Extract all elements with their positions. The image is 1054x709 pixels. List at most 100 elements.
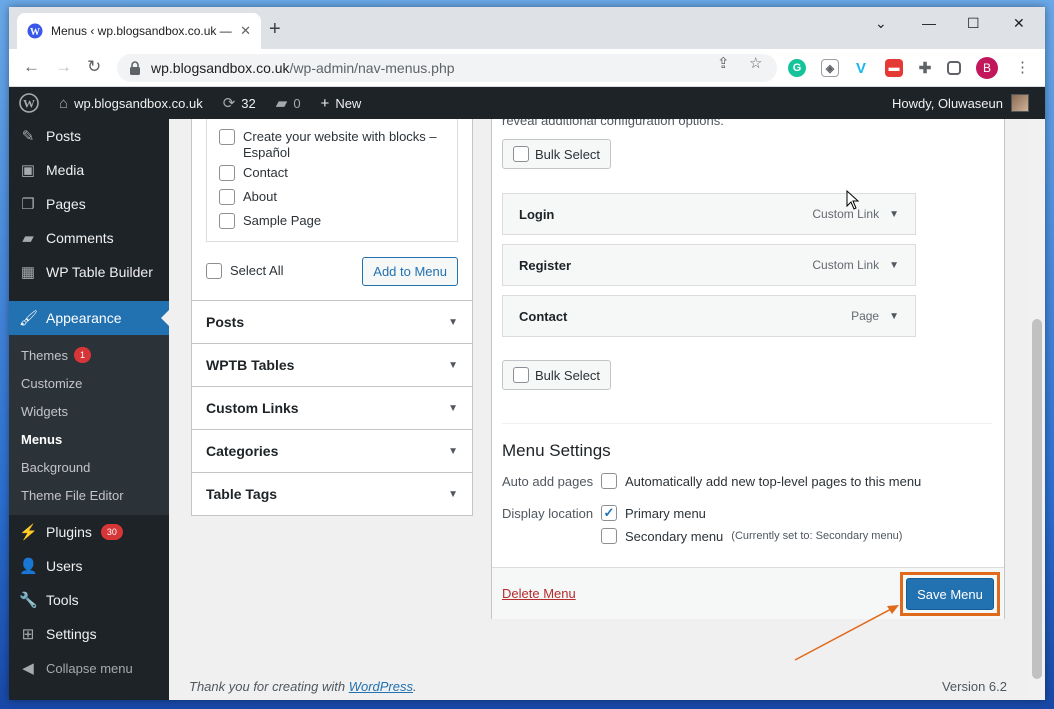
sidebar-item-appearance[interactable]: 🖌 Appearance xyxy=(9,301,169,335)
user-icon: 👤 xyxy=(19,558,38,575)
maximize-icon[interactable]: ☐ xyxy=(967,15,980,32)
submenu-customize[interactable]: Customize xyxy=(9,369,169,397)
minimize-icon[interactable]: — xyxy=(922,15,936,31)
themes-update-badge: 1 xyxy=(73,347,91,363)
close-tab-icon[interactable]: ✕ xyxy=(240,23,251,39)
sidebar-item-users[interactable]: 👤 Users xyxy=(9,549,169,583)
share-icon[interactable]: ⇪ xyxy=(717,54,730,72)
menu-item-contact[interactable]: Contact Page ▼ xyxy=(502,295,916,337)
vimeo-extension-icon[interactable]: V xyxy=(852,59,870,77)
caret-down-icon[interactable]: ▼ xyxy=(889,209,899,220)
tab-search-icon[interactable]: ⌄ xyxy=(875,15,887,32)
primary-menu-option[interactable]: ✓ Primary menu xyxy=(601,505,706,521)
sidebar-item-pages[interactable]: ❐ Pages xyxy=(9,187,169,221)
page-checkbox[interactable] xyxy=(219,213,235,229)
forward-icon[interactable]: → xyxy=(55,58,72,75)
accordion-title: WPTB Tables xyxy=(206,357,295,373)
new-tab-icon[interactable]: + xyxy=(269,19,281,39)
kebab-menu-icon[interactable]: ⋮ xyxy=(1015,58,1030,76)
collapse-menu-button[interactable]: ◀ Collapse menu xyxy=(9,651,169,685)
accordion-title: Categories xyxy=(206,443,279,459)
select-all-label: Select All xyxy=(230,263,284,278)
sidebar-item-posts[interactable]: ✎ Posts xyxy=(9,119,169,153)
page-checkbox[interactable] xyxy=(219,189,235,205)
select-all-option[interactable]: Select All xyxy=(206,259,283,283)
browser-tab[interactable]: W Menus ‹ wp.blogsandbox.co.uk — ✕ xyxy=(17,13,261,49)
caret-down-icon: ▼ xyxy=(448,445,458,457)
sidebar-item-plugins[interactable]: ⚡ Plugins 30 xyxy=(9,515,169,549)
page-option[interactable]: About xyxy=(219,185,447,209)
delete-menu-link[interactable]: Delete Menu xyxy=(502,586,576,601)
my-account-menu[interactable]: Howdy, Oluwaseun xyxy=(892,94,1045,112)
menu-item-type: Page xyxy=(851,309,880,323)
reload-icon[interactable]: ↻ xyxy=(87,58,101,75)
add-to-menu-button[interactable]: Add to Menu xyxy=(362,256,458,286)
bulk-select-top[interactable]: Bulk Select xyxy=(502,139,612,169)
page-option[interactable]: Contact xyxy=(219,161,447,185)
profile-avatar[interactable]: B xyxy=(976,57,998,79)
extensions-puzzle-icon[interactable]: ✚ xyxy=(916,59,934,77)
wordpress-link[interactable]: WordPress xyxy=(349,679,413,694)
sidebar-item-wp-table-builder[interactable]: ▦ WP Table Builder xyxy=(9,255,169,289)
close-window-icon[interactable]: ✕ xyxy=(1013,15,1025,32)
new-content-link[interactable]: + New xyxy=(311,87,372,119)
submenu-menus[interactable]: Menus xyxy=(9,425,169,453)
wp-logo-menu[interactable]: W xyxy=(9,87,49,119)
bulk-select-checkbox[interactable] xyxy=(513,146,529,162)
primary-menu-label: Primary menu xyxy=(625,505,706,521)
plus-icon: + xyxy=(320,94,330,112)
caret-down-icon[interactable]: ▼ xyxy=(889,260,899,271)
submenu-theme-file-editor[interactable]: Theme File Editor xyxy=(9,481,169,509)
side-panel-icon[interactable] xyxy=(947,61,961,75)
sidebar-item-label: Comments xyxy=(46,230,114,246)
menu-item-register[interactable]: Register Custom Link ▼ xyxy=(502,244,916,286)
page-checkbox[interactable] xyxy=(219,165,235,181)
secondary-menu-option[interactable]: Secondary menu (Currently set to: Seconda… xyxy=(601,528,902,544)
address-bar[interactable]: wp.blogsandbox.co.uk/wp-admin/nav-menus.… xyxy=(117,54,777,82)
submenu-label: Background xyxy=(21,459,91,475)
version-text: Version 6.2 xyxy=(941,679,1007,694)
bulk-select-checkbox[interactable] xyxy=(513,367,529,383)
user-avatar xyxy=(1011,94,1029,112)
auto-add-option[interactable]: Automatically add new top-level pages to… xyxy=(601,473,921,489)
page-option[interactable]: Sample Page xyxy=(219,209,447,233)
sidebar-item-comments[interactable]: ▰ Comments xyxy=(9,221,169,255)
sidebar-item-tools[interactable]: 🔧 Tools xyxy=(9,583,169,617)
comments-link[interactable]: ▰ 0 xyxy=(266,87,311,119)
new-label: New xyxy=(335,95,362,111)
bulk-select-label: Bulk Select xyxy=(535,146,601,162)
scrollbar-thumb[interactable] xyxy=(1032,319,1042,679)
accordion-wptb-tables[interactable]: WPTB Tables ▼ xyxy=(191,344,473,387)
bulk-select-bottom[interactable]: Bulk Select xyxy=(502,360,612,390)
submenu-background[interactable]: Background xyxy=(9,453,169,481)
save-menu-button[interactable]: Save Menu xyxy=(906,578,994,610)
bookmark-star-icon[interactable]: ☆ xyxy=(749,54,762,72)
sidebar-item-label: Pages xyxy=(46,196,86,212)
sidebar-item-media[interactable]: ▣ Media xyxy=(9,153,169,187)
grammarly-extension-icon[interactable]: G xyxy=(788,59,806,77)
accordion-categories[interactable]: Categories ▼ xyxy=(191,430,473,473)
shield-extension-icon[interactable]: ◈ xyxy=(821,59,839,77)
red-extension-icon[interactable]: ▬ xyxy=(885,59,903,77)
accordion-custom-links[interactable]: Custom Links ▼ xyxy=(191,387,473,430)
submenu-themes[interactable]: Themes 1 xyxy=(9,341,169,369)
page-scrollbar[interactable] xyxy=(1029,119,1045,700)
submenu-widgets[interactable]: Widgets xyxy=(9,397,169,425)
sidebar-item-settings[interactable]: ⊞ Settings xyxy=(9,617,169,651)
bulk-select-label: Bulk Select xyxy=(535,367,601,383)
select-all-checkbox[interactable] xyxy=(206,263,222,279)
caret-down-icon[interactable]: ▼ xyxy=(889,311,899,322)
auto-add-checkbox[interactable] xyxy=(601,473,617,489)
site-name-link[interactable]: ⌂ wp.blogsandbox.co.uk xyxy=(49,87,213,119)
page-option[interactable]: Create your website with blocks – Españo… xyxy=(219,125,447,161)
pages-icon: ❐ xyxy=(21,196,35,213)
back-icon[interactable]: ← xyxy=(23,58,40,75)
updates-link[interactable]: ⟳ 32 xyxy=(213,87,266,119)
primary-menu-checkbox[interactable]: ✓ xyxy=(601,505,617,521)
page-option-label: Create your website with blocks – Españo… xyxy=(243,129,437,160)
secondary-menu-checkbox[interactable] xyxy=(601,528,617,544)
accordion-table-tags[interactable]: Table Tags ▼ xyxy=(191,473,473,516)
media-icon: ▣ xyxy=(20,162,36,179)
accordion-posts[interactable]: Posts ▼ xyxy=(191,301,473,344)
display-location-label: Display location xyxy=(502,506,594,521)
